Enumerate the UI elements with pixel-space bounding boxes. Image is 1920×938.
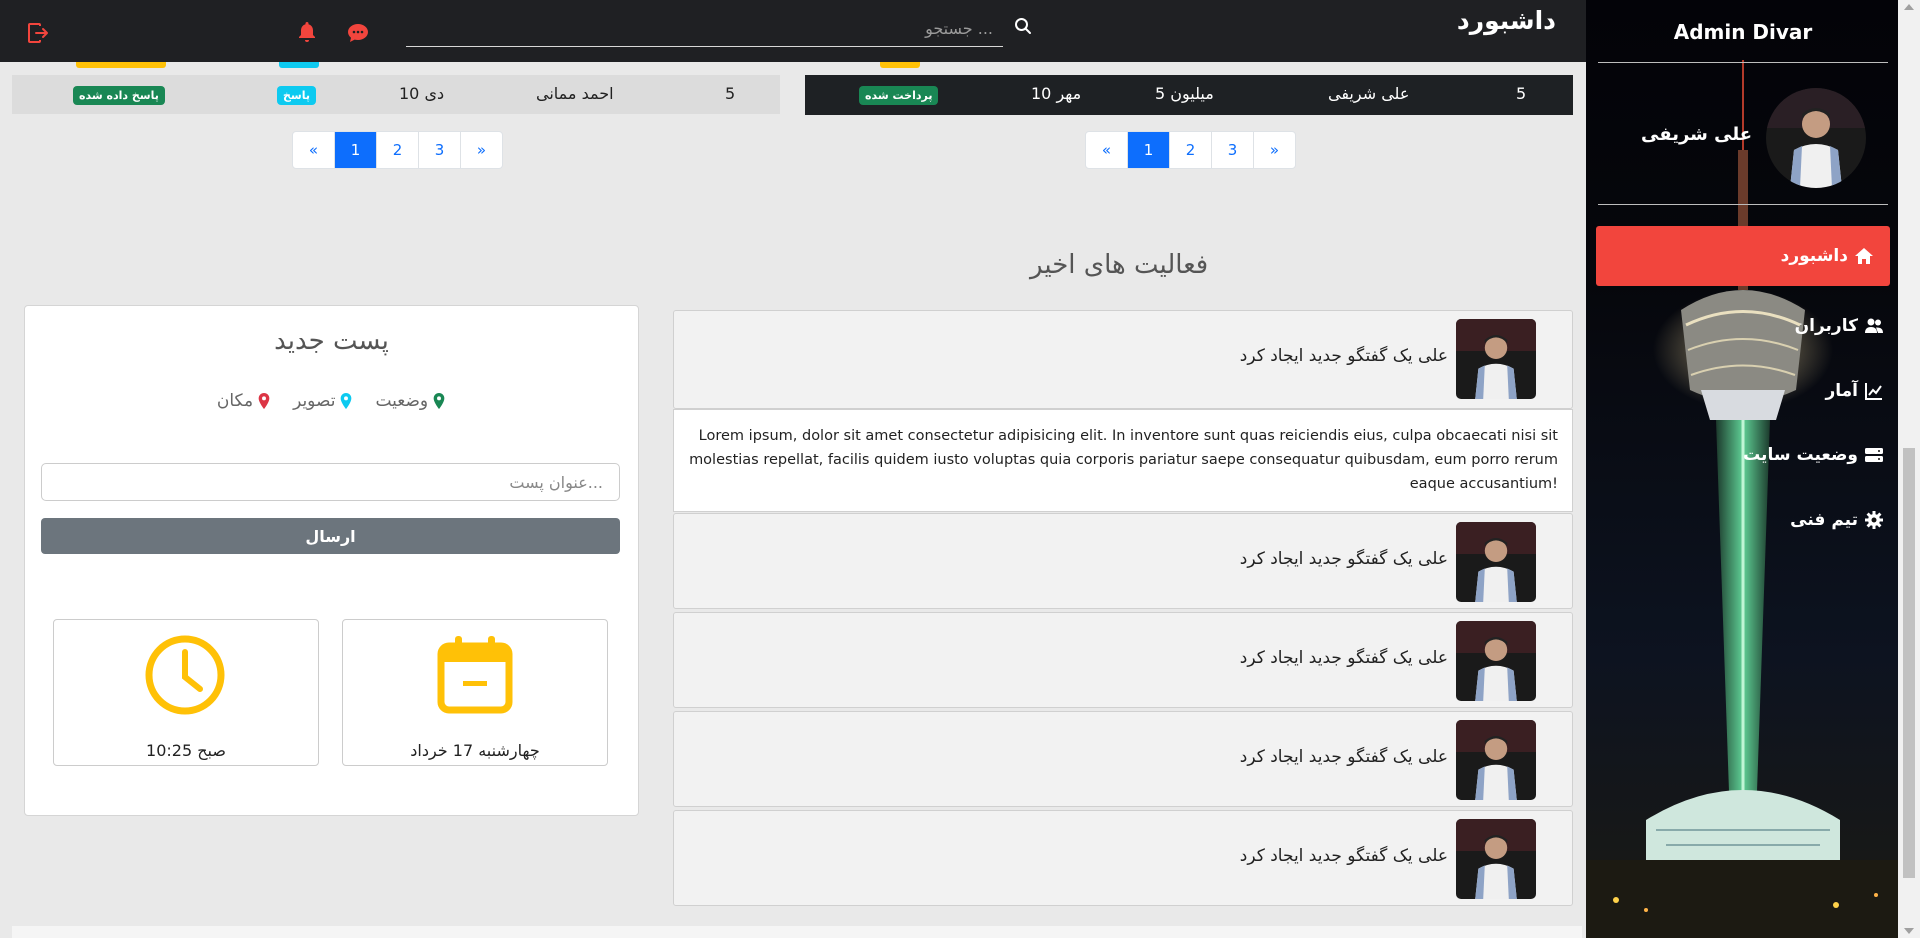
activity-item[interactable]: علی یک گفتگو جدید ایجاد کرد bbox=[673, 513, 1573, 609]
pagination-prev[interactable]: « bbox=[293, 132, 334, 168]
search-input[interactable] bbox=[406, 10, 1003, 46]
search-field[interactable] bbox=[406, 10, 1003, 47]
option-label: تصویر bbox=[293, 391, 336, 411]
option-label: مکان bbox=[216, 391, 254, 411]
activities-heading: فعالیت های اخیر bbox=[1030, 250, 1209, 280]
pagination-page-2[interactable]: 2 bbox=[376, 132, 418, 168]
activity-avatar bbox=[1456, 621, 1536, 701]
answer-badge[interactable]: پاسخ bbox=[277, 86, 317, 105]
clock-icon bbox=[145, 635, 225, 715]
table-row: 5 احمد ممانی 10 دی پاسخ پاسخ داده شده bbox=[12, 75, 780, 114]
scroll-up-arrow-icon[interactable] bbox=[1904, 4, 1914, 10]
chart-icon bbox=[1865, 383, 1882, 400]
brand-title: Admin Divar bbox=[1673, 20, 1813, 44]
map-pin-icon bbox=[258, 393, 270, 409]
page-title: داشبورد bbox=[1456, 6, 1556, 35]
activity-item[interactable]: علی یک گفتگو جدید ایجاد کرد bbox=[673, 810, 1573, 906]
top-navbar: داشبورد bbox=[0, 0, 1586, 62]
sidebar-item-label: کاربران bbox=[1794, 316, 1858, 336]
scrollbar-thumb[interactable] bbox=[1903, 448, 1915, 878]
activity-text: علی یک گفتگو جدید ایجاد کرد bbox=[1239, 346, 1448, 366]
new-post-title: پست جدید bbox=[274, 326, 389, 356]
activity-text: علی یک گفتگو جدید ایجاد کرد bbox=[1239, 549, 1448, 569]
image-option[interactable]: تصویر bbox=[293, 391, 353, 411]
sidebar-item-label: آمار bbox=[1825, 381, 1858, 401]
row-name: علی شریفی bbox=[1328, 84, 1410, 103]
post-options: مکان تصویر وضعیت bbox=[25, 391, 638, 411]
time-label: 10:25 صبح bbox=[146, 741, 226, 760]
bell-icon[interactable] bbox=[295, 20, 319, 44]
sidebar-divider bbox=[1598, 204, 1888, 205]
server-icon bbox=[1865, 448, 1883, 462]
activity-item[interactable]: علی یک گفتگو جدید ایجاد کرد bbox=[673, 711, 1573, 807]
sidebar-item-users[interactable]: کاربران bbox=[1606, 296, 1900, 356]
sidebar-item-label: وضعیت سایت bbox=[1743, 445, 1858, 465]
users-icon bbox=[1865, 318, 1883, 333]
pagination-page-1[interactable]: 1 bbox=[1127, 132, 1169, 168]
sidebar-item-stats[interactable]: آمار bbox=[1606, 361, 1900, 421]
pagination-page-3[interactable]: 3 bbox=[1211, 132, 1253, 168]
new-post-card: پست جدید مکان تصویر وضعیت ارسال چهارشنبه… bbox=[24, 305, 639, 816]
pagination-left: « 1 2 3 » bbox=[292, 131, 503, 169]
activity-text: علی یک گفتگو جدید ایجاد کرد bbox=[1239, 846, 1448, 866]
profile-avatar[interactable] bbox=[1766, 88, 1866, 188]
partial-badge bbox=[76, 62, 166, 68]
logout-icon[interactable] bbox=[26, 21, 50, 45]
scroll-down-arrow-icon[interactable] bbox=[1904, 928, 1914, 934]
pagination-page-1[interactable]: 1 bbox=[334, 132, 376, 168]
date-label: چهارشنبه 17 خرداد bbox=[410, 741, 540, 760]
activity-avatar bbox=[1456, 819, 1536, 899]
chat-icon[interactable] bbox=[346, 21, 370, 45]
activity-item[interactable]: علی یک گفتگو جدید ایجاد کرد bbox=[673, 310, 1573, 409]
time-widget: 10:25 صبح bbox=[53, 619, 319, 766]
profile-name: علی شریفی bbox=[1641, 124, 1752, 145]
calendar-icon bbox=[437, 636, 513, 714]
sidebar-item-tech-team[interactable]: تیم فنی bbox=[1606, 490, 1900, 550]
submit-button[interactable]: ارسال bbox=[41, 518, 620, 554]
pagination-right: « 1 2 3 » bbox=[1085, 131, 1296, 169]
gear-icon bbox=[1865, 511, 1883, 529]
pagination-page-2[interactable]: 2 bbox=[1169, 132, 1211, 168]
status-badge: پاسخ داده شده bbox=[73, 86, 165, 105]
option-label: وضعیت bbox=[375, 391, 429, 411]
sidebar-divider bbox=[1598, 62, 1888, 63]
map-pin-icon bbox=[341, 393, 352, 409]
status-badge: پرداخت شده bbox=[859, 86, 939, 105]
partial-badge bbox=[880, 62, 920, 68]
row-number: 5 bbox=[1516, 84, 1527, 103]
post-title-input[interactable] bbox=[41, 463, 620, 501]
sidebar-item-label: تیم فنی bbox=[1790, 510, 1858, 530]
map-pin-icon bbox=[433, 393, 445, 409]
avatar-photo bbox=[1766, 88, 1866, 188]
sidebar-item-site-status[interactable]: وضعیت سایت bbox=[1606, 425, 1900, 485]
activity-avatar bbox=[1456, 319, 1536, 399]
row-name: احمد ممانی bbox=[536, 84, 614, 103]
row-date: 10 دی bbox=[399, 84, 445, 103]
sidebar: Admin Divar علی شریفی داشبورد کاربران آم… bbox=[1586, 0, 1900, 938]
page-scrollbar[interactable] bbox=[1898, 0, 1920, 938]
pagination-next[interactable]: » bbox=[1253, 132, 1295, 168]
footer-strip bbox=[12, 926, 1582, 938]
row-amount: 5 میلیون bbox=[1155, 84, 1214, 103]
activity-item[interactable]: علی یک گفتگو جدید ایجاد کرد bbox=[673, 612, 1573, 708]
activity-text: علی یک گفتگو جدید ایجاد کرد bbox=[1239, 747, 1448, 767]
search-icon[interactable] bbox=[1014, 17, 1032, 35]
activity-avatar bbox=[1456, 522, 1536, 602]
row-date: 10 مهر bbox=[1031, 84, 1082, 103]
sidebar-item-dashboard[interactable]: داشبورد bbox=[1596, 226, 1890, 286]
home-icon bbox=[1855, 248, 1873, 264]
activity-text: علی یک گفتگو جدید ایجاد کرد bbox=[1239, 648, 1448, 668]
pagination-prev[interactable]: « bbox=[1086, 132, 1127, 168]
location-option[interactable]: مکان bbox=[217, 391, 271, 411]
row-number: 5 bbox=[725, 84, 736, 103]
pagination-next[interactable]: » bbox=[460, 132, 502, 168]
status-option[interactable]: وضعیت bbox=[375, 391, 446, 411]
activity-avatar bbox=[1456, 720, 1536, 800]
activity-description: Lorem ipsum, dolor sit amet consectetur … bbox=[673, 409, 1573, 512]
pagination-page-3[interactable]: 3 bbox=[418, 132, 460, 168]
date-widget: چهارشنبه 17 خرداد bbox=[342, 619, 608, 766]
table-row: 5 علی شریفی 5 میلیون 10 مهر پرداخت شده bbox=[805, 75, 1573, 115]
partial-badge bbox=[279, 62, 319, 68]
sidebar-item-label: داشبورد bbox=[1780, 246, 1848, 266]
